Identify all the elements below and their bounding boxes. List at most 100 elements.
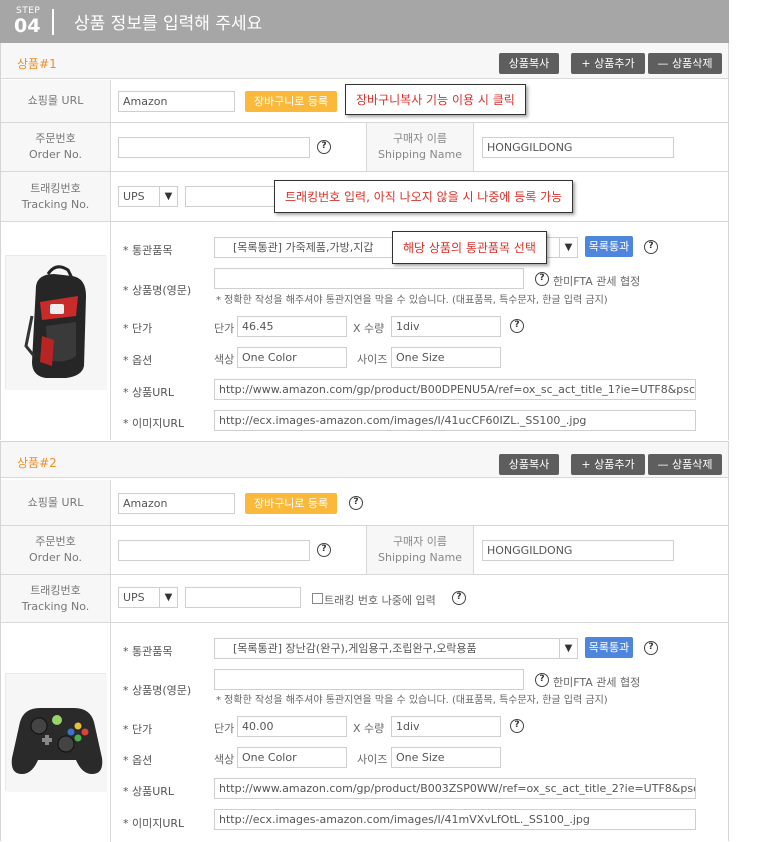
step-number: 04: [14, 15, 41, 37]
image-url-input[interactable]: http://ecx.images-amazon.com/images/I/41…: [214, 410, 696, 431]
cart-callout: 장바구니복사 기능 이용 시 클릭: [345, 84, 526, 115]
tracking-label-en: Tracking No.: [21, 197, 90, 211]
add-product-button[interactable]: + 상품추가: [571, 53, 645, 74]
tracking-later-checkbox[interactable]: [312, 593, 323, 604]
order-no-label-en: Order No.: [28, 148, 83, 161]
buyer-label-en: Shipping Name: [378, 148, 462, 161]
fta-label: 한미FTA 관세 협정: [553, 676, 641, 689]
size-label: 사이즈: [357, 353, 388, 366]
price-input[interactable]: 46.45: [237, 316, 347, 337]
carrier-select[interactable]: UPS ▼: [118, 186, 178, 207]
cart-register-button[interactable]: 장바구니로 등록: [245, 493, 337, 514]
help-icon[interactable]: ?: [317, 543, 331, 557]
size-input[interactable]: One Size: [391, 347, 501, 368]
customs-item-select[interactable]: [목록통관] 장난감(완구),게임용구,조립완구,오락용품 ▼: [214, 638, 578, 659]
option-label: * 옵션: [123, 754, 153, 767]
color-input[interactable]: One Color: [237, 347, 347, 368]
color-label: 색상: [214, 353, 235, 366]
tracking-label: 트래킹번호: [30, 181, 81, 195]
help-icon[interactable]: ?: [535, 272, 549, 286]
product-url-input[interactable]: http://www.amazon.com/gp/product/B00DPEN…: [214, 379, 696, 400]
fta-label: 한미FTA 관세 협정: [553, 275, 641, 288]
mall-url-label: 쇼핑몰 URL: [27, 495, 84, 509]
help-icon[interactable]: ?: [349, 496, 363, 510]
input-note: * 정확한 작성을 해주셔야 통관지연을 막을 수 있습니다. (대표품목, 특…: [216, 695, 608, 706]
image-url-input[interactable]: http://ecx.images-amazon.com/images/I/41…: [214, 809, 696, 830]
tracking-later-label: 트래킹 번호 나중에 입력: [324, 594, 436, 607]
qty-label: X 수량: [353, 722, 385, 735]
tracking-label: 트래킹번호: [30, 583, 81, 597]
add-product-button[interactable]: + 상품추가: [571, 454, 645, 475]
product-header: 상품#2 상품복사 + 상품추가 — 상품삭제: [1, 442, 728, 478]
tracking-input[interactable]: [185, 587, 301, 608]
size-label: 사이즈: [357, 753, 388, 766]
help-icon[interactable]: ?: [535, 673, 549, 687]
chevron-down-icon: ▼: [159, 187, 177, 206]
order-no-label: 주문번호: [35, 132, 76, 145]
page-title: 상품 정보를 입력해 주세요: [74, 14, 263, 34]
help-icon[interactable]: ?: [317, 140, 331, 154]
remove-product-button[interactable]: — 상품삭제: [648, 454, 722, 475]
buyer-label: 구매자 이름: [392, 132, 448, 145]
help-icon[interactable]: ?: [452, 591, 466, 605]
customs-item-label: * 통관품목: [123, 244, 173, 257]
unit-price-label: * 단가: [123, 322, 153, 335]
option-label: * 옵션: [123, 354, 153, 367]
color-label: 색상: [214, 753, 235, 766]
order-no-input[interactable]: [118, 137, 310, 158]
product-url-input[interactable]: http://www.amazon.com/gp/product/B003ZSP…: [214, 778, 696, 799]
order-row: 주문번호 Order No. ? 구매자 이름 Shipping Name HONG…: [1, 123, 728, 172]
input-note: * 정확한 작성을 해주셔야 통관지연을 막을 수 있습니다. (대표품목, 특…: [216, 295, 608, 306]
chevron-down-icon: ▼: [559, 639, 577, 658]
buyer-name-input[interactable]: HONGGILDONG: [482, 540, 674, 561]
color-input[interactable]: One Color: [237, 747, 347, 768]
backpack-image: [5, 255, 107, 390]
image-url-label: * 이미지URL: [123, 817, 185, 830]
order-no-label-en: Order No.: [28, 551, 83, 564]
buyer-label-en: Shipping Name: [378, 551, 462, 564]
help-icon[interactable]: ?: [510, 719, 524, 733]
step-header: STEP 04 상품 정보를 입력해 주세요: [0, 0, 729, 43]
customs-button[interactable]: 목록통과: [585, 236, 633, 257]
help-icon[interactable]: ?: [644, 641, 658, 655]
name-en-label: * 상품명(영문): [123, 284, 192, 297]
image-url-label: * 이미지URL: [123, 417, 185, 430]
qty-input[interactable]: 1div: [391, 316, 501, 337]
copy-product-button[interactable]: 상품복사: [499, 454, 559, 475]
mall-url-input[interactable]: Amazon: [118, 493, 235, 514]
price-label: 단가: [214, 722, 235, 735]
help-icon[interactable]: ?: [510, 319, 524, 333]
customs-button[interactable]: 목록통과: [585, 637, 633, 658]
name-en-input[interactable]: [214, 669, 524, 690]
tracking-label-en: Tracking No.: [21, 599, 90, 613]
size-input[interactable]: One Size: [391, 747, 501, 768]
mall-url-input[interactable]: Amazon: [118, 91, 235, 112]
chevron-down-icon: ▼: [159, 588, 177, 607]
name-en-input[interactable]: [214, 268, 524, 289]
product-title: 상품#2: [17, 456, 57, 470]
product-title: 상품#1: [17, 57, 57, 71]
chevron-down-icon: ▼: [559, 238, 577, 257]
mall-url-label: 쇼핑몰 URL: [27, 94, 84, 107]
buyer-label: 구매자 이름: [392, 535, 448, 548]
game-controller-image: [5, 673, 107, 792]
unit-price-label: * 단가: [123, 723, 153, 736]
qty-input[interactable]: 1div: [391, 716, 501, 737]
order-row: 주문번호 Order No. ? 구매자 이름 Shipping Name HONG…: [1, 526, 728, 575]
tracking-callout: 트래킹번호 입력, 아직 나오지 않을 시 나중에 등록 가능: [274, 180, 574, 213]
order-no-input[interactable]: [118, 540, 310, 561]
tracking-row: 트래킹번호 Tracking No. UPS ▼ 트래킹 번호 나중에 입력 ?: [1, 575, 728, 623]
qty-label: X 수량: [353, 322, 385, 335]
copy-product-button[interactable]: 상품복사: [499, 53, 559, 74]
mall-url-row: 쇼핑몰 URL Amazon 장바구니로 등록 ?: [1, 480, 728, 526]
cart-register-button[interactable]: 장바구니로 등록: [245, 91, 337, 112]
product-url-label: * 상품URL: [123, 785, 175, 798]
remove-product-button[interactable]: — 상품삭제: [648, 53, 722, 74]
price-input[interactable]: 40.00: [237, 716, 347, 737]
help-icon[interactable]: ?: [644, 240, 658, 254]
order-no-label: 주문번호: [35, 535, 76, 548]
carrier-select[interactable]: UPS ▼: [118, 587, 178, 608]
customs-callout: 해당 상품의 통관품목 선택: [392, 231, 547, 264]
product-url-label: * 상품URL: [123, 386, 175, 399]
buyer-name-input[interactable]: HONGGILDONG: [482, 137, 674, 158]
